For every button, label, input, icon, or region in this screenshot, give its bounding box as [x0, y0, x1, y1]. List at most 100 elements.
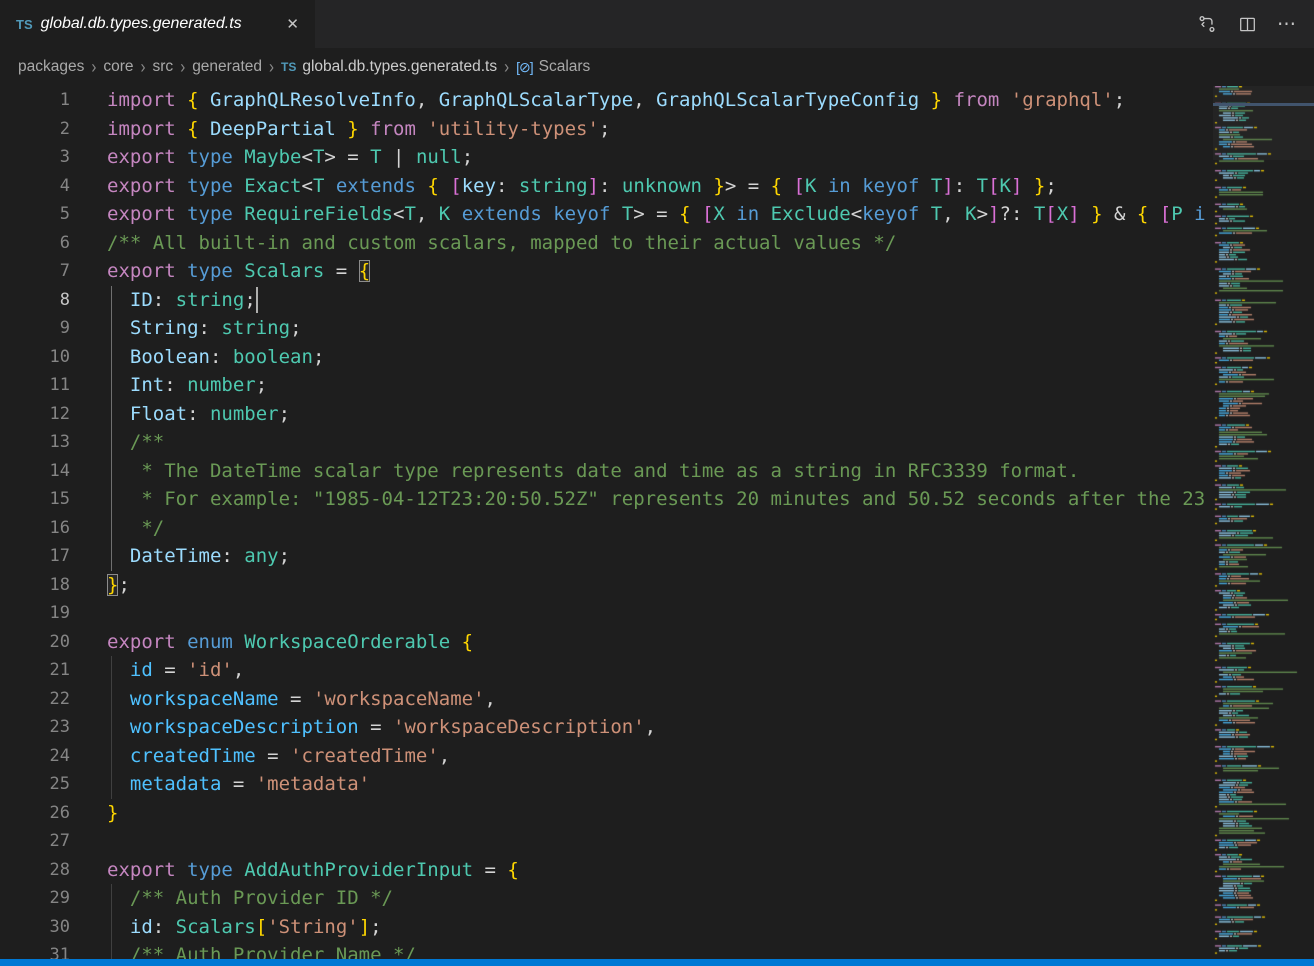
code-line-content: * For example: "1985-04-12T23:20:50.52Z"…: [70, 485, 1205, 514]
chevron-right-icon: ›: [91, 56, 96, 77]
split-editor-icon[interactable]: [1234, 11, 1260, 37]
line-number: 16: [0, 514, 70, 543]
line-number: 19: [0, 599, 70, 628]
code-line-content: [70, 827, 107, 856]
line-number: 10: [0, 343, 70, 372]
code-line[interactable]: 29 /** Auth Provider ID */: [0, 884, 1213, 913]
code-line[interactable]: 17 DateTime: any;: [0, 542, 1213, 571]
chevron-right-icon: ›: [269, 56, 274, 77]
code-line[interactable]: 23 workspaceDescription = 'workspaceDesc…: [0, 713, 1213, 742]
line-number: 4: [0, 172, 70, 201]
editor-actions: ⋯: [1194, 0, 1314, 48]
code-line[interactable]: 26}: [0, 799, 1213, 828]
code-line[interactable]: 21 id = 'id',: [0, 656, 1213, 685]
minimap-current-line: [1213, 103, 1314, 106]
code-line-content: createdTime = 'createdTime',: [70, 742, 450, 771]
line-number: 6: [0, 229, 70, 258]
typescript-file-icon: TS: [16, 17, 33, 32]
code-line-content: Int: number;: [70, 371, 267, 400]
code-line[interactable]: 18};: [0, 571, 1213, 600]
code-line-content: [70, 599, 107, 628]
line-number: 17: [0, 542, 70, 571]
close-icon[interactable]: ✕: [282, 15, 303, 34]
code-line-content: ID: string;: [70, 286, 256, 315]
code-line[interactable]: 9 String: string;: [0, 314, 1213, 343]
code-line[interactable]: 8 ID: string;: [0, 286, 1213, 315]
code-line-content: String: string;: [70, 314, 302, 343]
code-line[interactable]: 14 * The DateTime scalar type represents…: [0, 457, 1213, 486]
code-line-content: workspaceName = 'workspaceName',: [70, 685, 496, 714]
code-editor[interactable]: 1import { GraphQLResolveInfo, GraphQLSca…: [0, 86, 1213, 966]
code-line-content: import { DeepPartial } from 'utility-typ…: [70, 115, 610, 144]
code-line-content: export type Scalars = {: [70, 257, 370, 286]
code-line-content: import { GraphQLResolveInfo, GraphQLScal…: [70, 86, 1125, 115]
breadcrumb-label: packages: [18, 58, 84, 76]
code-line[interactable]: 7export type Scalars = {: [0, 257, 1213, 286]
line-number: 21: [0, 656, 70, 685]
line-number: 20: [0, 628, 70, 657]
code-line-content: Boolean: boolean;: [70, 343, 324, 372]
line-number: 1: [0, 86, 70, 115]
code-line[interactable]: 13 /**: [0, 428, 1213, 457]
line-number: 8: [0, 286, 70, 315]
line-number: 30: [0, 913, 70, 942]
code-line-content: id: Scalars['String'];: [70, 913, 382, 942]
breadcrumb-item-scalars[interactable]: [⊘]Scalars: [516, 58, 590, 76]
breadcrumb-item-packages[interactable]: packages: [18, 58, 84, 76]
code-line-content: /** All built-in and custom scalars, map…: [70, 229, 896, 258]
code-line[interactable]: 28export type AddAuthProviderInput = {: [0, 856, 1213, 885]
code-line[interactable]: 6/** All built-in and custom scalars, ma…: [0, 229, 1213, 258]
code-line[interactable]: 10 Boolean: boolean;: [0, 343, 1213, 372]
code-line-content: };: [70, 571, 130, 600]
status-bar-strip[interactable]: [0, 959, 1314, 966]
code-line-content: */: [70, 514, 164, 543]
line-number: 28: [0, 856, 70, 885]
breadcrumb-label: global.db.types.generated.ts: [302, 58, 497, 76]
code-line[interactable]: 5export type RequireFields<T, K extends …: [0, 200, 1213, 229]
code-line[interactable]: 24 createdTime = 'createdTime',: [0, 742, 1213, 771]
breadcrumb-label: Scalars: [539, 58, 591, 76]
more-actions-icon[interactable]: ⋯: [1274, 11, 1300, 37]
code-line[interactable]: 25 metadata = 'metadata': [0, 770, 1213, 799]
minimap[interactable]: [1213, 86, 1314, 959]
code-line[interactable]: 3export type Maybe<T> = T | null;: [0, 143, 1213, 172]
code-line-content: export type AddAuthProviderInput = {: [70, 856, 519, 885]
line-number: 24: [0, 742, 70, 771]
code-line[interactable]: 12 Float: number;: [0, 400, 1213, 429]
chevron-right-icon: ›: [141, 56, 146, 77]
minimap-slider[interactable]: [1213, 86, 1314, 160]
code-line[interactable]: 19: [0, 599, 1213, 628]
breadcrumb-item-global-db-types-generated-ts[interactable]: TSglobal.db.types.generated.ts: [281, 58, 497, 76]
breadcrumb-item-core[interactable]: core: [103, 58, 133, 76]
code-line-content: workspaceDescription = 'workspaceDescrip…: [70, 713, 656, 742]
code-line[interactable]: 22 workspaceName = 'workspaceName',: [0, 685, 1213, 714]
indent-guide: [111, 884, 112, 966]
code-line[interactable]: 11 Int: number;: [0, 371, 1213, 400]
breadcrumb-item-generated[interactable]: generated: [192, 58, 262, 76]
breadcrumb-label: src: [153, 58, 174, 76]
code-line[interactable]: 20export enum WorkspaceOrderable {: [0, 628, 1213, 657]
code-line[interactable]: 1import { GraphQLResolveInfo, GraphQLSca…: [0, 86, 1213, 115]
chevron-right-icon: ›: [504, 56, 509, 77]
code-line-content: export type RequireFields<T, K extends k…: [70, 200, 1206, 229]
indent-guide: [111, 286, 112, 571]
chevron-right-icon: ›: [180, 56, 185, 77]
open-changes-icon[interactable]: [1194, 11, 1220, 37]
line-number: 3: [0, 143, 70, 172]
code-line-content: export enum WorkspaceOrderable {: [70, 628, 473, 657]
code-line[interactable]: 15 * For example: "1985-04-12T23:20:50.5…: [0, 485, 1213, 514]
code-line[interactable]: 4export type Exact<T extends { [key: str…: [0, 172, 1213, 201]
code-line-content: DateTime: any;: [70, 542, 290, 571]
tab-global-db-types-generated[interactable]: TS global.db.types.generated.ts ✕: [0, 0, 315, 48]
code-line[interactable]: 30 id: Scalars['String'];: [0, 913, 1213, 942]
tab-label: global.db.types.generated.ts: [41, 15, 242, 33]
code-line[interactable]: 16 */: [0, 514, 1213, 543]
line-number: 11: [0, 371, 70, 400]
vscode-window: TS global.db.types.generated.ts ✕: [0, 0, 1314, 966]
line-number: 14: [0, 457, 70, 486]
line-number: 22: [0, 685, 70, 714]
code-line-content: metadata = 'metadata': [70, 770, 370, 799]
code-line[interactable]: 2import { DeepPartial } from 'utility-ty…: [0, 115, 1213, 144]
code-line[interactable]: 27: [0, 827, 1213, 856]
breadcrumb-item-src[interactable]: src: [153, 58, 174, 76]
